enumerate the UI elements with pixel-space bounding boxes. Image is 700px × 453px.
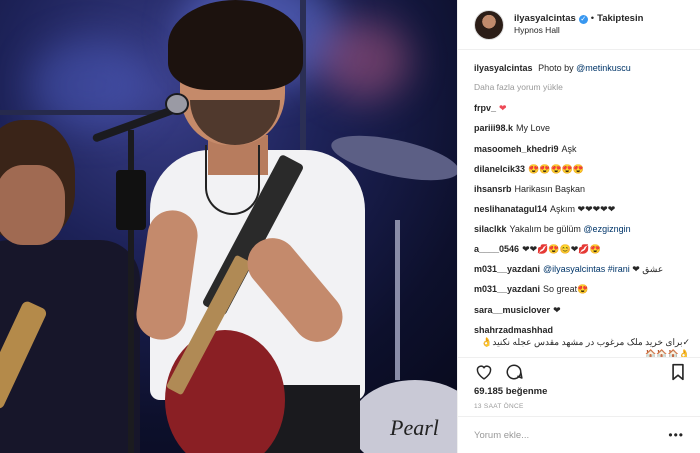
verified-badge-icon: ✓ <box>578 14 588 24</box>
comment: silaclkk Yakalım be gülüm @ezgizngin <box>474 223 690 235</box>
username-link[interactable]: ilyasyalcintas <box>514 13 576 25</box>
action-bar <box>458 356 700 386</box>
comment: a____0546 ❤❤💋😍😊❤💋😍 <box>474 243 690 255</box>
mic-clip <box>116 170 146 230</box>
comment-username[interactable]: m031__yazdani <box>474 264 540 274</box>
comment-mention[interactable]: @ilyasyalcintas <box>543 264 605 274</box>
stage-light <box>30 40 150 130</box>
drum-stand <box>395 220 400 380</box>
comment-text: ❤❤💋😍😊❤💋😍 <box>522 244 601 255</box>
stage-light <box>320 20 410 100</box>
add-comment-bar: ••• <box>458 416 700 453</box>
comment-username[interactable]: silaclkk <box>474 224 507 234</box>
comment-username[interactable]: neslihanatagul14 <box>474 204 547 214</box>
comment: m031__yazdani So great😍 <box>474 283 690 295</box>
singer-hair <box>168 0 303 90</box>
caption-mention[interactable]: @metinkuscu <box>576 63 631 73</box>
instagram-post: Pearl ilyasyalcintas ✓ • Takiptesin Hypn… <box>0 0 700 453</box>
load-more-comments-link[interactable]: Daha fazla yorum yükle <box>474 82 690 92</box>
singer-necklace <box>205 145 260 215</box>
comment-text: So great😍 <box>543 284 589 295</box>
post-timestamp: 13 SAAT ÖNCE <box>474 402 524 410</box>
comment-text: Yakalım be gülüm <box>509 224 581 235</box>
comment-username[interactable]: masoomeh_khedri9 <box>474 144 559 154</box>
comment: masoomeh_khedri9 Aşk <box>474 143 690 155</box>
comment: frpv_ ❤ <box>474 102 690 114</box>
comment-text: ❤ عشق <box>632 264 664 275</box>
header-info: ilyasyalcintas ✓ • Takiptesin Hypnos Hal… <box>514 13 643 36</box>
comment: neslihanatagul14 Aşkım ❤❤❤❤❤ <box>474 203 690 215</box>
caption-username[interactable]: ilyasyalcintas <box>474 63 533 73</box>
comment-mention[interactable]: @ezgizngin <box>583 224 630 234</box>
comment-username[interactable]: pariii98.k <box>474 123 513 133</box>
comment: m031__yazdani @ilyasyalcintas #irani ❤ عش… <box>474 263 690 275</box>
post-caption: ilyasyalcintas Photo by @metinkuscu <box>474 62 690 74</box>
lighting-rig <box>300 0 306 170</box>
follow-status-button[interactable]: Takiptesin <box>597 13 643 25</box>
lighting-rig <box>0 110 170 115</box>
comment-hashtag[interactable]: #irani <box>608 264 630 274</box>
comment: dilanelcik33 😍😍😍😍😍 <box>474 163 690 175</box>
speech-bubble-icon[interactable] <box>502 360 526 384</box>
comment-text: ❤ <box>553 304 561 315</box>
heart-outline-icon[interactable] <box>472 360 496 384</box>
comment-username[interactable]: dilanelcik33 <box>474 164 525 174</box>
post-header: ilyasyalcintas ✓ • Takiptesin Hypnos Hal… <box>458 0 700 51</box>
post-side-panel: ilyasyalcintas ✓ • Takiptesin Hypnos Hal… <box>457 0 700 453</box>
bookmark-icon[interactable] <box>666 360 690 384</box>
like-count[interactable]: 69.185 beğenme <box>458 386 700 401</box>
more-dots-icon[interactable]: ••• <box>668 428 684 442</box>
drum-brand-logo: Pearl <box>390 415 439 440</box>
avatar[interactable] <box>474 9 504 40</box>
post-photo[interactable]: Pearl <box>0 0 457 453</box>
comments-list: ilyasyalcintas Photo by @metinkuscu Daha… <box>458 50 700 357</box>
comment: pariii98.k My Love <box>474 122 690 134</box>
microphone <box>165 93 189 115</box>
comment-username[interactable]: sara__musiclover <box>474 305 550 315</box>
comment-input[interactable] <box>474 429 654 441</box>
header-top-row: ilyasyalcintas ✓ • Takiptesin <box>514 13 643 25</box>
comment-text: My Love <box>516 123 551 134</box>
comment-username[interactable]: frpv_ <box>474 103 496 113</box>
comment-text: ✓برای خرید ملک مرغوب در مشهد مقدس عجله ن… <box>481 336 690 357</box>
comment-text: Aşkım ❤❤❤❤❤ <box>550 203 616 214</box>
comment-username[interactable]: ihsansrb <box>474 184 512 194</box>
comment-username[interactable]: m031__yazdani <box>474 284 540 294</box>
comment-username[interactable]: shahrzadmashhad <box>474 325 553 335</box>
comment-text: Aşk <box>561 143 577 154</box>
separator-dot: • <box>590 13 595 25</box>
comment: ihsansrb Harikasın Başkan <box>474 183 690 195</box>
comment: shahrzadmashhad✓برای خرید ملک مرغوب در م… <box>474 324 690 357</box>
comment-text: 😍😍😍😍😍 <box>528 163 585 174</box>
comment-text: Harikasın Başkan <box>514 183 586 194</box>
bandmate-face <box>0 165 65 245</box>
comment-username[interactable]: a____0546 <box>474 244 519 254</box>
caption-text: Photo by <box>538 63 574 74</box>
location-link[interactable]: Hypnos Hall <box>514 25 643 36</box>
comment: sara__musiclover ❤ <box>474 304 690 316</box>
comment-text: ❤ <box>499 103 507 114</box>
